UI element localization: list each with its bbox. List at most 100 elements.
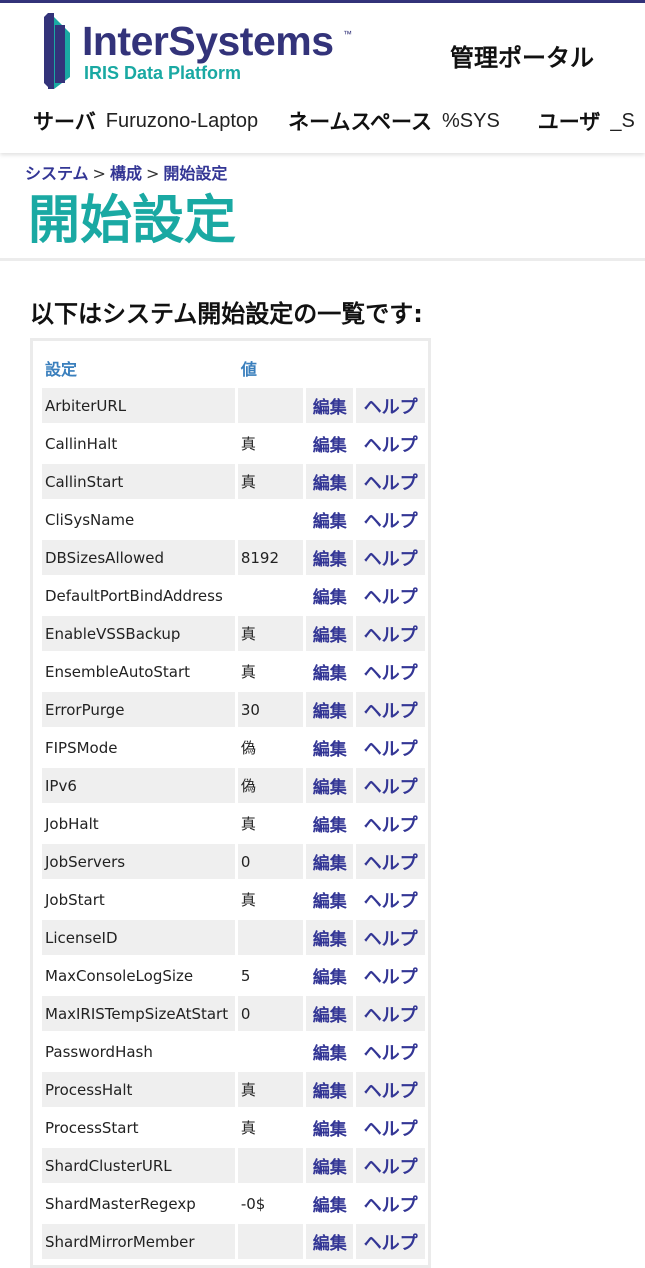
table-row: ArbiterURL 編集 ヘルプ — [42, 388, 425, 423]
edit-link[interactable]: 編集 — [306, 502, 354, 537]
edit-link[interactable]: 編集 — [306, 768, 354, 803]
setting-value — [237, 388, 304, 423]
table-row: FIPSMode 偽編集 ヘルプ — [42, 730, 425, 765]
help-link[interactable]: ヘルプ — [356, 426, 425, 461]
table-row: MaxConsoleLogSize 5 編集 ヘルプ — [42, 958, 425, 993]
setting-name: ProcessStart — [42, 1110, 235, 1145]
help-link[interactable]: ヘルプ — [356, 730, 425, 765]
setting-value — [237, 1034, 304, 1069]
logo-trademark: ™ — [343, 29, 352, 39]
edit-link[interactable]: 編集 — [306, 692, 354, 727]
setting-name: PasswordHash — [42, 1034, 235, 1069]
edit-link[interactable]: 編集 — [306, 1148, 354, 1183]
edit-link[interactable]: 編集 — [306, 1034, 354, 1069]
column-header-edit — [306, 350, 353, 385]
table-header-row: 設定 値 — [42, 350, 425, 385]
help-link[interactable]: ヘルプ — [356, 464, 425, 499]
help-link[interactable]: ヘルプ — [356, 920, 425, 955]
help-link[interactable]: ヘルプ — [356, 768, 425, 803]
setting-value: 真 — [237, 464, 304, 499]
help-link[interactable]: ヘルプ — [356, 616, 425, 651]
help-link[interactable]: ヘルプ — [356, 388, 425, 423]
setting-value: 偽 — [237, 730, 304, 765]
edit-link[interactable]: 編集 — [306, 654, 354, 689]
breadcrumb-item-configuration[interactable]: 構成 — [110, 164, 142, 183]
table-row: ErrorPurge 30 編集 ヘルプ — [42, 692, 425, 727]
edit-link[interactable]: 編集 — [306, 920, 354, 955]
edit-link[interactable]: 編集 — [306, 540, 354, 575]
help-link[interactable]: ヘルプ — [356, 882, 425, 917]
edit-link[interactable]: 編集 — [306, 806, 354, 841]
help-link[interactable]: ヘルプ — [356, 1148, 425, 1183]
help-link[interactable]: ヘルプ — [356, 996, 425, 1031]
intersystems-logo-icon — [44, 13, 70, 89]
setting-value: 偽 — [237, 768, 304, 803]
column-header-value[interactable]: 値 — [238, 350, 303, 385]
edit-link[interactable]: 編集 — [306, 1110, 354, 1145]
session-info-bar: サーバ Furuzono-Laptop ネームスペース %SYS ユーザ _S — [33, 106, 635, 136]
user-label: ユーザ — [537, 110, 601, 134]
setting-name: MaxIRISTempSizeAtStart — [42, 996, 235, 1031]
setting-name: CallinStart — [42, 464, 235, 499]
table-row: CliSysName 編集 ヘルプ — [42, 502, 425, 537]
setting-name: ShardMasterRegexp — [42, 1186, 235, 1221]
edit-link[interactable]: 編集 — [306, 844, 354, 879]
table-row: ProcessStart 真編集 ヘルプ — [42, 1110, 425, 1145]
column-header-setting[interactable]: 設定 — [42, 350, 235, 385]
edit-link[interactable]: 編集 — [306, 958, 354, 993]
setting-name: IPv6 — [42, 768, 235, 803]
portal-header: InterSystems ™ IRIS Data Platform 管理ポータル… — [0, 3, 645, 153]
help-link[interactable]: ヘルプ — [356, 578, 425, 613]
help-link[interactable]: ヘルプ — [356, 958, 425, 993]
startup-settings-table: 設定 値 ArbiterURL 編集 ヘルプ CallinHalt 真編集 ヘルプ Call… — [39, 347, 428, 1262]
help-link[interactable]: ヘルプ — [356, 540, 425, 575]
table-body: ArbiterURL 編集 ヘルプ CallinHalt 真編集 ヘルプ CallinSta… — [42, 388, 425, 1259]
help-link[interactable]: ヘルプ — [356, 1110, 425, 1145]
help-link[interactable]: ヘルプ — [356, 844, 425, 879]
help-link[interactable]: ヘルプ — [356, 654, 425, 689]
edit-link[interactable]: 編集 — [306, 426, 354, 461]
breadcrumb-item-system[interactable]: システム — [25, 164, 89, 183]
edit-link[interactable]: 編集 — [306, 1186, 354, 1221]
setting-name: ShardClusterURL — [42, 1148, 235, 1183]
server-label: サーバ — [33, 110, 96, 134]
setting-name: ArbiterURL — [42, 388, 235, 423]
help-link[interactable]: ヘルプ — [356, 692, 425, 727]
header-divider — [0, 258, 645, 261]
help-link[interactable]: ヘルプ — [356, 1072, 425, 1107]
setting-name: ProcessHalt — [42, 1072, 235, 1107]
table-row: ShardClusterURL 編集 ヘルプ — [42, 1148, 425, 1183]
setting-value: 真 — [237, 806, 304, 841]
edit-link[interactable]: 編集 — [306, 1072, 354, 1107]
namespace-value[interactable]: %SYS — [442, 110, 500, 132]
logo-subtitle: IRIS Data Platform — [84, 63, 242, 83]
setting-name: DefaultPortBindAddress — [42, 578, 235, 613]
breadcrumb: システム > 構成 > 開始設定 — [25, 160, 227, 184]
breadcrumb-separator: > — [92, 164, 106, 183]
setting-name: FIPSMode — [42, 730, 235, 765]
setting-value: 真 — [237, 882, 304, 917]
table-row: EnsembleAutoStart 真編集 ヘルプ — [42, 654, 425, 689]
edit-link[interactable]: 編集 — [306, 388, 354, 423]
edit-link[interactable]: 編集 — [306, 616, 354, 651]
setting-name: EnableVSSBackup — [42, 616, 235, 651]
setting-value: 8192 — [237, 540, 304, 575]
help-link[interactable]: ヘルプ — [356, 1034, 425, 1069]
setting-value — [237, 502, 304, 537]
table-row: PasswordHash 編集 ヘルプ — [42, 1034, 425, 1069]
edit-link[interactable]: 編集 — [306, 882, 354, 917]
namespace-label: ネームスペース — [288, 110, 432, 134]
setting-value: 30 — [237, 692, 304, 727]
help-link[interactable]: ヘルプ — [356, 502, 425, 537]
help-link[interactable]: ヘルプ — [356, 806, 425, 841]
edit-link[interactable]: 編集 — [306, 464, 354, 499]
table-row: JobStart 真編集 ヘルプ — [42, 882, 425, 917]
edit-link[interactable]: 編集 — [306, 578, 354, 613]
help-link[interactable]: ヘルプ — [356, 1186, 425, 1221]
edit-link[interactable]: 編集 — [306, 996, 354, 1031]
intro-text: 以下はシステム開始設定の一覧です: — [30, 300, 423, 328]
breadcrumb-item-startup-settings[interactable]: 開始設定 — [163, 164, 227, 183]
setting-value: 5 — [237, 958, 304, 993]
setting-name: JobServers — [42, 844, 235, 879]
edit-link[interactable]: 編集 — [306, 730, 354, 765]
